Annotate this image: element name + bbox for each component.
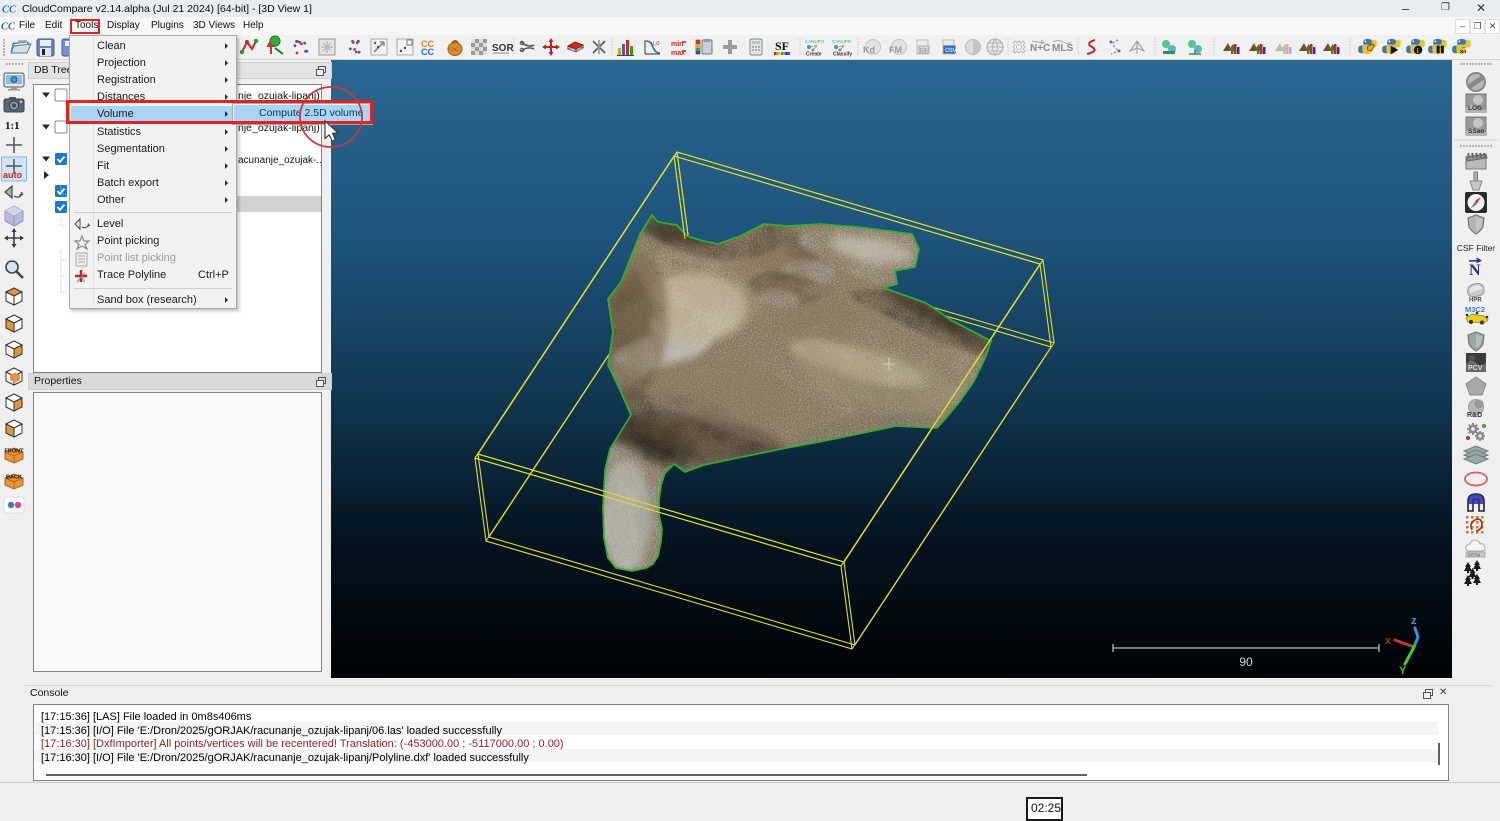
svg-text:CSF Filter: CSF Filter (1457, 243, 1495, 253)
svg-text:SF: SF (775, 39, 789, 53)
svg-text:1:1: 1:1 (5, 120, 20, 132)
svg-text:min: min (671, 41, 683, 48)
svg-text:Classify: Classify (833, 52, 852, 58)
svg-text:SSao: SSao (1468, 128, 1484, 135)
svg-text:CC: CC (2, 5, 17, 16)
svg-text:CSV: CSV (945, 48, 957, 54)
svg-text:N+C: N+C (1030, 43, 1050, 54)
svg-text:x: x (1385, 635, 1392, 647)
svg-text:Create: Create (806, 52, 822, 58)
svg-text:BACK: BACK (6, 475, 22, 481)
svg-text:acunanje_ozujak-...: acunanje_ozujak-... (238, 155, 321, 166)
svg-text:auto: auto (3, 170, 23, 180)
svg-text:»›: »› (1460, 46, 1467, 55)
svg-text:SRTM: SRTM (1468, 553, 1481, 558)
svg-text:CC: CC (421, 47, 434, 57)
svg-text:N: N (1469, 262, 1481, 279)
svg-text:z: z (1411, 615, 1417, 627)
svg-text:MLS: MLS (1052, 43, 1073, 54)
svg-text:SOR: SOR (492, 43, 514, 54)
svg-text:R&D: R&D (1467, 412, 1482, 419)
svg-text:Kd: Kd (863, 45, 875, 55)
svg-text:CANUPO: CANUPO (805, 39, 825, 44)
svg-text:μ,σ: μ,σ (651, 41, 660, 47)
svg-text:CANUPO: CANUPO (832, 39, 852, 44)
svg-text:PCV: PCV (1468, 365, 1483, 372)
svg-text:FRONT: FRONT (5, 449, 25, 455)
svg-text:HPR: HPR (1469, 298, 1482, 304)
svg-text:i: i (1417, 48, 1419, 55)
svg-text:CC: CC (1, 22, 16, 33)
svg-text:DIF: DIF (920, 48, 930, 54)
svg-text:M3C2: M3C2 (1465, 305, 1485, 314)
svg-text:FM: FM (889, 45, 902, 55)
svg-text:LOG: LOG (1468, 105, 1482, 112)
svg-text:Y: Y (1399, 665, 1407, 677)
svg-text:90: 90 (1239, 655, 1253, 669)
